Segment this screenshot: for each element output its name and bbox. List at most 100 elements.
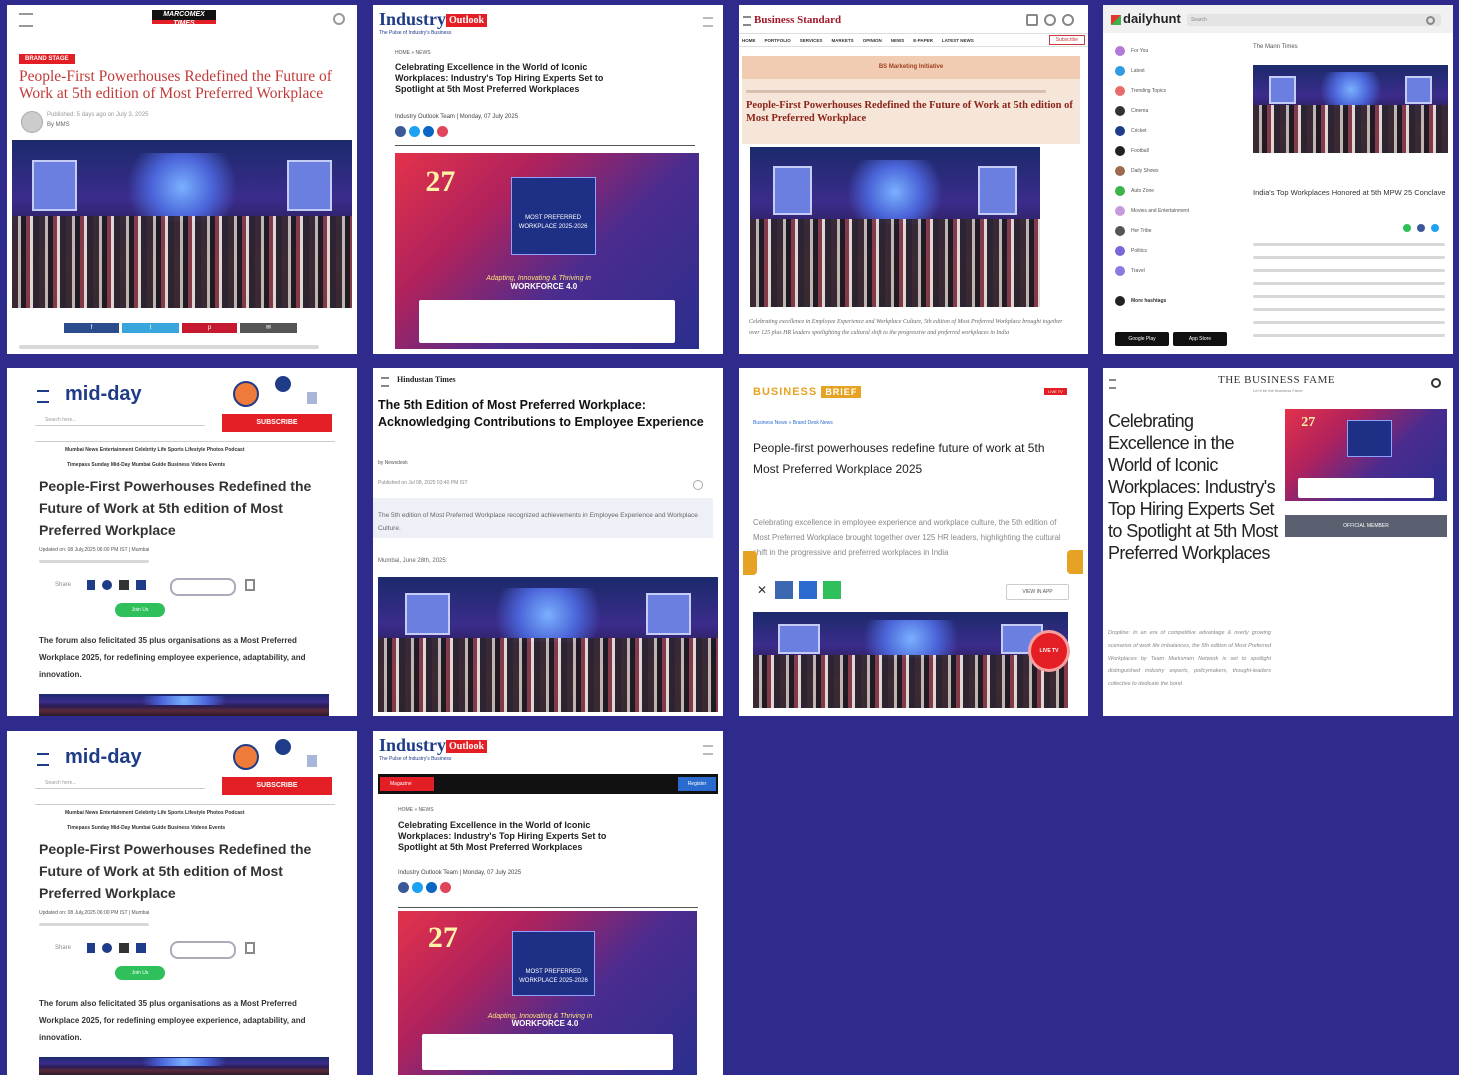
share-pinterest-button[interactable]: p — [182, 323, 237, 333]
brand-logo[interactable]: dailyhunt — [1111, 11, 1181, 26]
sidebar-item-daily-shows[interactable]: Daily Shows — [1115, 161, 1243, 181]
nav-row[interactable]: Mumbai News Entertainment Celebrity Life… — [65, 447, 244, 453]
messenger-icon[interactable] — [102, 943, 112, 953]
brand-logo[interactable]: BUSINESS BRIEF — [753, 386, 862, 398]
subscribe-button[interactable]: Subscribe — [1048, 35, 1085, 45]
linkedin-icon[interactable] — [423, 126, 434, 137]
menu-icon[interactable] — [37, 390, 49, 403]
menu-icon[interactable] — [1109, 379, 1116, 389]
newspaper-icon[interactable] — [307, 392, 317, 404]
x-icon[interactable]: ✕ — [757, 584, 769, 596]
email-icon[interactable] — [440, 882, 451, 893]
nav-latest[interactable]: LATEST NEWS — [942, 38, 974, 43]
app-store-button[interactable]: App Store — [1173, 332, 1227, 346]
google-news-button[interactable] — [170, 941, 236, 959]
view-in-app-button[interactable]: VIEW IN APP — [1006, 584, 1069, 600]
google-news-button[interactable] — [170, 578, 236, 596]
brand-logo[interactable]: Business Standard — [754, 14, 841, 26]
search-input[interactable]: Search — [1187, 14, 1441, 26]
live-tv-button[interactable]: LIVE TV — [1044, 388, 1067, 395]
brand-logo[interactable]: Industry Outlook — [379, 735, 488, 756]
linkedin-icon[interactable] — [136, 943, 146, 953]
play-icon[interactable] — [275, 739, 291, 755]
sidebar-item-football[interactable]: Football — [1115, 141, 1243, 161]
share-icon[interactable] — [693, 480, 703, 490]
breadcrumb[interactable]: Business News » Brand Desk News — [753, 420, 833, 426]
nav-services[interactable]: SERVICES — [800, 38, 823, 43]
nav-row-2[interactable]: Timepass Sunday Mid-Day Mumbai Guide Bus… — [67, 825, 225, 831]
nav-home[interactable]: HOME — [742, 38, 756, 43]
search-input[interactable]: Search here... — [35, 414, 205, 426]
search-icon[interactable] — [333, 13, 345, 25]
join-us-button[interactable]: Join Us — [115, 966, 165, 980]
brand-logo[interactable]: THE BUSINESS FAME — [1218, 374, 1335, 386]
x-icon[interactable] — [119, 580, 129, 590]
newspaper-icon[interactable] — [307, 755, 317, 767]
subscribe-button[interactable]: SUBSCRIBE — [222, 777, 332, 795]
menu-icon[interactable] — [703, 745, 713, 755]
carousel-next-button[interactable] — [1067, 550, 1083, 574]
live-tv-badge[interactable]: LIVE TV — [1031, 633, 1067, 669]
font-size-icons[interactable] — [59, 604, 99, 612]
notification-icon[interactable] — [1026, 14, 1038, 26]
badge-icon[interactable] — [233, 744, 259, 770]
twitter-icon[interactable] — [412, 882, 423, 893]
menu-icon[interactable] — [743, 16, 751, 26]
linkedin-icon[interactable] — [426, 882, 437, 893]
register-button[interactable]: Register — [678, 777, 716, 791]
nav-news[interactable]: NEWS — [891, 38, 905, 43]
whatsapp-icon[interactable] — [1403, 224, 1411, 232]
badge-icon[interactable] — [233, 381, 259, 407]
nav-opinion[interactable]: OPINION — [863, 38, 882, 43]
facebook-icon[interactable] — [775, 581, 793, 599]
source-name[interactable]: The Mann Times — [1253, 44, 1298, 50]
nav-markets[interactable]: MARKETS — [831, 38, 853, 43]
linkedin-icon[interactable] — [799, 581, 817, 599]
messenger-icon[interactable] — [102, 580, 112, 590]
author[interactable]: by Newsdesk — [378, 460, 408, 466]
email-icon[interactable] — [437, 126, 448, 137]
brand-logo[interactable]: Industry Outlook — [379, 9, 488, 30]
x-icon[interactable] — [119, 943, 129, 953]
nav-portfolio[interactable]: PORTFOLIO — [765, 38, 791, 43]
sidebar-item-for-you[interactable]: For You — [1115, 41, 1243, 61]
play-icon[interactable] — [275, 376, 291, 392]
sidebar-item-cinema[interactable]: Cinema — [1115, 101, 1243, 121]
sidebar-item-travel[interactable]: Travel — [1115, 261, 1243, 281]
sidebar-item-trending[interactable]: Trending Topics — [1115, 81, 1243, 101]
twitter-icon[interactable] — [409, 126, 420, 137]
subscribe-button[interactable]: SUBSCRIBE — [222, 414, 332, 432]
facebook-icon[interactable] — [395, 126, 406, 137]
bookmark-icon[interactable] — [245, 579, 255, 591]
menu-icon[interactable] — [381, 377, 389, 387]
breadcrumb[interactable]: HOME » NEWS — [398, 807, 434, 813]
facebook-icon[interactable] — [398, 882, 409, 893]
nav-row[interactable]: Mumbai News Entertainment Celebrity Life… — [65, 810, 244, 816]
bookmark-icon[interactable] — [245, 942, 255, 954]
user-icon[interactable] — [1044, 14, 1056, 26]
facebook-icon[interactable] — [87, 580, 95, 590]
nav-epaper[interactable]: E-PAPER — [913, 38, 933, 43]
facebook-icon[interactable] — [87, 943, 95, 953]
sidebar-item-her-tribe[interactable]: Her Tribe — [1115, 221, 1243, 241]
share-email-button[interactable]: ✉ — [240, 323, 297, 333]
share-facebook-button[interactable]: f — [64, 323, 119, 333]
sidebar-item-movies[interactable]: Movies and Entertainment — [1115, 201, 1243, 221]
menu-icon[interactable] — [37, 753, 49, 766]
join-us-button[interactable]: Join Us — [115, 603, 165, 617]
share-twitter-button[interactable]: t — [122, 323, 179, 333]
linkedin-icon[interactable] — [136, 580, 146, 590]
sidebar-item-auto-zone[interactable]: Auto Zone — [1115, 181, 1243, 201]
sidebar-item-more-hashtags[interactable]: More hashtags — [1115, 291, 1243, 311]
sidebar-item-cricket[interactable]: Cricket — [1115, 121, 1243, 141]
search-input[interactable]: Search here... — [35, 777, 205, 789]
whatsapp-icon[interactable] — [823, 581, 841, 599]
nav-row-2[interactable]: Timepass Sunday Mid-Day Mumbai Guide Bus… — [67, 462, 225, 468]
twitter-icon[interactable] — [1431, 224, 1439, 232]
menu-icon[interactable] — [703, 17, 713, 27]
search-icon[interactable] — [1062, 14, 1074, 26]
brand-logo[interactable]: mid-day — [65, 746, 142, 769]
google-play-button[interactable]: Google Play — [1115, 332, 1169, 346]
brand-logo[interactable]: Hindustan Times — [397, 375, 456, 384]
sidebar-item-politics[interactable]: Politics — [1115, 241, 1243, 261]
